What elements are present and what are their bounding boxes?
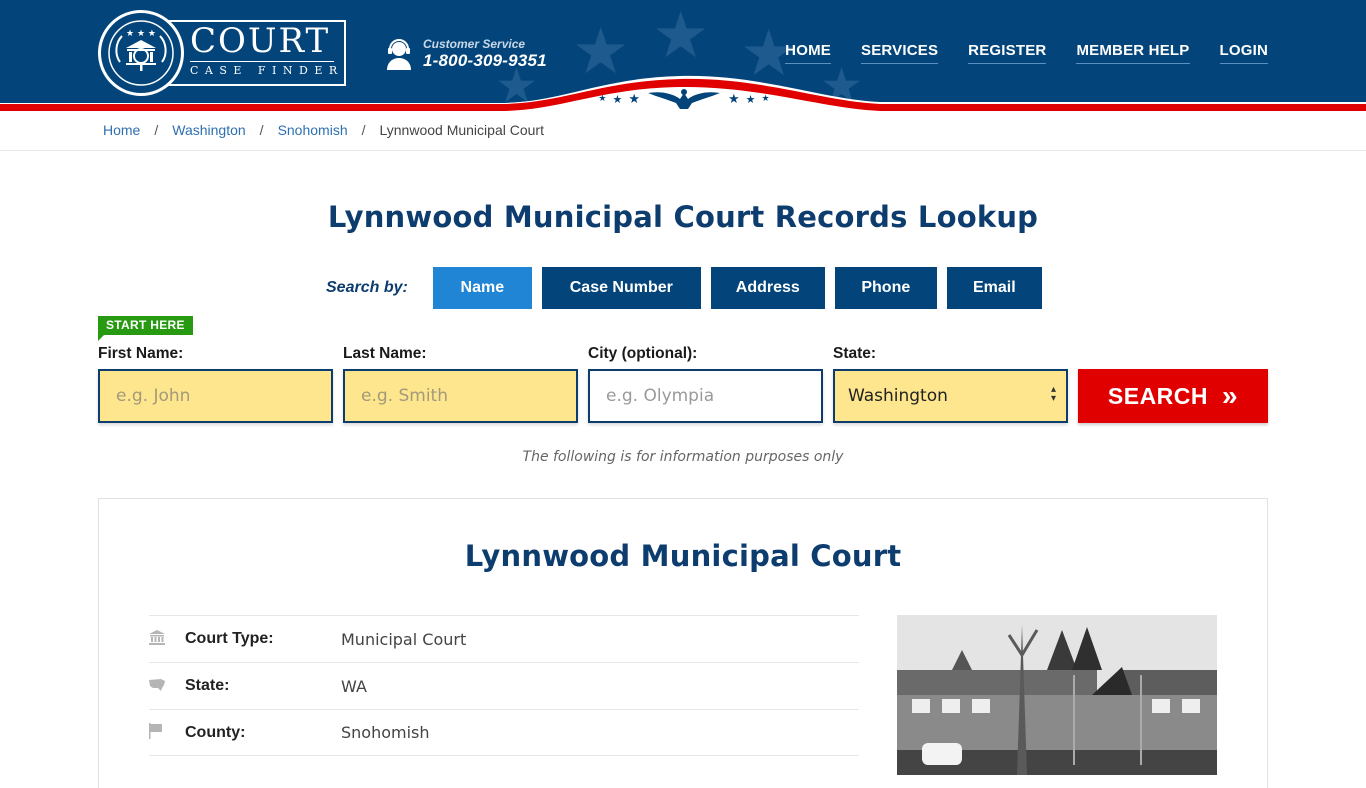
detail-label: State: [185,677,230,694]
last-name-placeholder: e.g. Smith [361,386,448,406]
detail-row-county: County: Snohomish [149,709,859,756]
breadcrumb-home[interactable]: Home [103,122,140,138]
star-icon: ★ [628,91,640,107]
tab-name[interactable]: Name [432,267,532,309]
nav-member-help[interactable]: MEMBER HELP [1076,42,1190,64]
state-selected-value: Washington [848,386,948,406]
logo-title: COURT [190,21,331,61]
logo-emblem: ★ ★ ★ [98,10,184,96]
city-input[interactable]: e.g. Olympia [588,369,823,423]
courthouse-icon [149,629,185,649]
city-field: City (optional): e.g. Olympia [588,345,823,423]
state-label: State: [833,345,877,362]
info-disclaimer: The following is for information purpose… [522,449,844,465]
svg-text:★ ★ ★: ★ ★ ★ [126,29,156,39]
search-button[interactable]: SEARCH » [1078,369,1268,423]
search-button-label: SEARCH [1107,382,1209,409]
double-chevron-right-icon: » [1222,380,1239,411]
court-building-image [897,615,1217,775]
tab-phone[interactable]: Phone [834,267,937,309]
detail-label: County: [185,723,246,741]
customer-service-label: Customer Service [423,37,526,51]
search-by-tabs: Search by: Name Case Number Address Phon… [326,267,1052,309]
city-label: City (optional): [588,345,698,362]
tab-case-number[interactable]: Case Number [541,267,701,309]
nav-register[interactable]: REGISTER [968,42,1047,64]
logo-subtitle: CASE FINDER [190,64,344,77]
logo-divider [190,61,334,62]
customer-service: Customer Service 1-800-309-9351 [385,37,547,71]
headset-agent-icon [387,39,411,70]
breadcrumb-separator: / [259,122,264,138]
site-header: ★ ★ ★ ★ ★ ★ ★ ★ ★ ★ ★ ★ ★ ★ COURT CASE F… [0,0,1366,112]
last-name-input[interactable]: e.g. Smith [343,369,578,423]
breadcrumb-washington[interactable]: Washington [172,122,245,138]
flag-icon [149,722,185,743]
star-icon: ★ [761,94,770,104]
us-map-icon [149,677,185,695]
breadcrumb: Home / Washington / Snohomish / Lynnwood… [103,122,544,138]
star-icon: ★ [612,92,623,106]
customer-service-phone[interactable]: 1-800-309-9351 [423,51,547,71]
city-placeholder: e.g. Olympia [606,386,715,406]
breadcrumb-divider [0,150,1366,151]
detail-value: WA [341,676,367,696]
breadcrumb-separator: / [154,122,159,138]
start-here-badge: START HERE [98,316,193,341]
select-updown-icon: ▴ ▾ [1050,384,1056,404]
breadcrumb-current: Lynnwood Municipal Court [379,122,544,138]
detail-row-court-type: Court Type: Municipal Court [149,615,859,662]
logo-wordmark: COURT CASE FINDER [158,20,346,86]
detail-label: Court Type: [185,630,274,647]
first-name-label: First Name: [98,345,184,362]
nav-home[interactable]: HOME [785,42,831,64]
nav-login[interactable]: LOGIN [1219,42,1268,64]
eagle-icon [648,89,720,109]
last-name-label: Last Name: [343,345,427,362]
site-logo[interactable]: ★ ★ ★ COURT CASE FINDER [98,10,348,96]
search-by-label: Search by: [326,279,408,296]
court-info-card: Lynnwood Municipal Court Court Type: Mun… [98,498,1268,788]
nav-services[interactable]: SERVICES [860,42,939,64]
state-field: State: Washington ▴ ▾ [833,345,1068,423]
courthouse-magnifier-icon: ★ ★ ★ [108,20,174,86]
detail-value: Snohomish [341,723,430,742]
star-icon: ★ [728,91,740,107]
main-nav: HOME SERVICES REGISTER MEMBER HELP LOGIN [785,42,1268,64]
detail-row-state: State: WA [149,662,859,709]
last-name-field: Last Name: e.g. Smith [343,345,578,423]
first-name-placeholder: e.g. John [116,386,191,406]
court-details: Court Type: Municipal Court State: WA Co… [149,615,859,756]
eagle-emblem: ★ ★ ★ ★ ★ ★ [596,86,772,112]
detail-value: Municipal Court [341,629,467,649]
breadcrumb-snohomish[interactable]: Snohomish [278,122,348,138]
star-icon: ★ [745,92,756,106]
court-building-photo [897,615,1217,775]
first-name-field: First Name: e.g. John [98,345,333,423]
state-select[interactable]: Washington [833,369,1068,423]
tab-email[interactable]: Email [946,267,1042,309]
breadcrumb-separator: / [361,122,366,138]
court-name-heading: Lynnwood Municipal Court [464,539,902,573]
page-title: Lynnwood Municipal Court Records Lookup [327,200,1039,234]
tab-address[interactable]: Address [710,267,825,309]
first-name-input[interactable]: e.g. John [98,369,333,423]
star-icon: ★ [598,94,607,104]
